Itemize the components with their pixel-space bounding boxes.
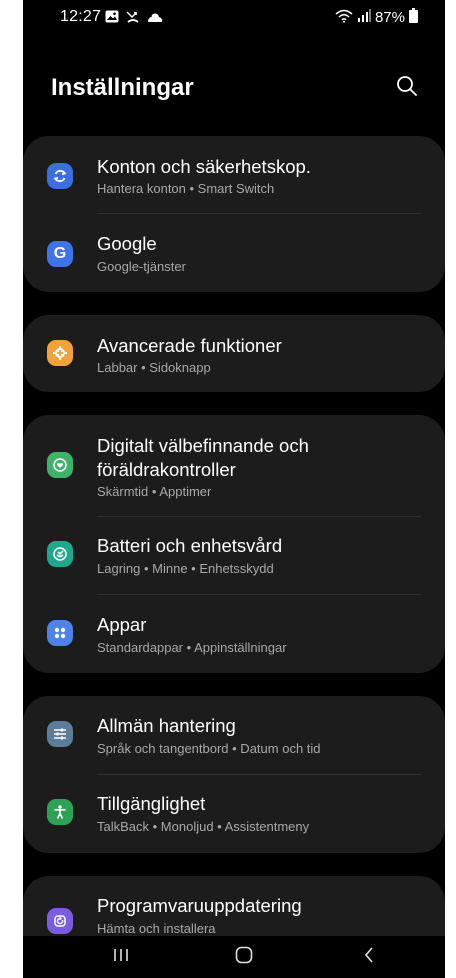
item-subtitle: Standardappar • Appinställningar xyxy=(97,640,287,655)
item-title: Avancerade funktioner xyxy=(97,335,282,356)
back-button[interactable] xyxy=(349,942,389,972)
settings-item-apps[interactable]: Appar Standardappar • Appinställningar xyxy=(23,595,445,673)
home-button[interactable] xyxy=(224,942,264,972)
home-icon xyxy=(235,946,253,969)
battery-percent: 87% xyxy=(374,9,405,26)
cloud-icon xyxy=(147,10,163,28)
item-title: Appar xyxy=(97,614,147,635)
gear-plus-icon xyxy=(47,340,73,366)
item-subtitle: Skärmtid • Apptimer xyxy=(97,484,212,499)
accessibility-icon xyxy=(47,799,73,825)
wellbeing-icon xyxy=(47,452,73,478)
item-title: Allmän hantering xyxy=(97,715,236,736)
missed-call-icon xyxy=(125,9,141,29)
settings-item-digital-wellbeing[interactable]: Digitalt välbefinnande och föräldrakontr… xyxy=(23,415,445,517)
update-icon xyxy=(47,908,73,934)
image-icon xyxy=(105,10,119,28)
notification-icons xyxy=(105,9,163,29)
recents-button[interactable] xyxy=(101,942,141,972)
recents-icon xyxy=(112,947,130,968)
item-subtitle: TalkBack • Monoljud • Assistentmeny xyxy=(97,819,310,834)
sync-icon xyxy=(47,163,73,189)
settings-item-google[interactable]: G Google Google-tjänster xyxy=(23,214,445,292)
item-subtitle: Hantera konton • Smart Switch xyxy=(97,181,275,196)
item-subtitle: Hämta och installera xyxy=(97,921,216,936)
item-title-line2: föräldrakontroller xyxy=(97,459,236,480)
settings-group-accounts: Konton och säkerhetskop. Hantera konton … xyxy=(23,136,445,292)
item-title: Konton och säkerhetskop. xyxy=(97,156,311,177)
phone-screen: 12:27 87% Inställningar Konton och säker… xyxy=(23,0,445,978)
item-title: Tillgänglighet xyxy=(97,793,206,814)
apps-icon xyxy=(47,620,73,646)
item-subtitle: Lagring • Minne • Enhetsskydd xyxy=(97,561,274,576)
google-icon: G xyxy=(47,241,73,267)
search-button[interactable] xyxy=(393,74,421,102)
wifi-icon xyxy=(335,9,353,27)
search-icon xyxy=(396,75,418,102)
item-title: Batteri och enhetsvård xyxy=(97,535,283,556)
settings-item-accounts-backup[interactable]: Konton och säkerhetskop. Hantera konton … xyxy=(23,136,445,214)
status-time: 12:27 xyxy=(60,8,102,25)
settings-item-battery-device-care[interactable]: Batteri och enhetsvård Lagring • Minne •… xyxy=(23,517,445,595)
battery-icon xyxy=(409,8,418,27)
signal-icon xyxy=(357,9,371,26)
item-title: Google xyxy=(97,233,157,254)
item-title: Programvaruuppdatering xyxy=(97,895,302,916)
back-icon xyxy=(363,946,375,969)
item-subtitle: Språk och tangentbord • Datum och tid xyxy=(97,741,321,756)
settings-group-general: Allmän hantering Språk och tangentbord •… xyxy=(23,696,445,853)
item-subtitle: Google-tjänster xyxy=(97,259,186,274)
settings-item-general-management[interactable]: Allmän hantering Språk och tangentbord •… xyxy=(23,696,445,774)
settings-item-advanced-features[interactable]: Avancerade funktioner Labbar • Sidoknapp xyxy=(23,315,445,392)
device-care-icon xyxy=(47,541,73,567)
settings-group-device: Digitalt välbefinnande och föräldrakontr… xyxy=(23,415,445,673)
settings-group-advanced: Avancerade funktioner Labbar • Sidoknapp xyxy=(23,315,445,392)
sliders-icon xyxy=(47,721,73,747)
status-bar: 12:27 87% xyxy=(23,0,445,36)
item-title: Digitalt välbefinnande och xyxy=(97,435,309,456)
item-subtitle: Labbar • Sidoknapp xyxy=(97,360,211,375)
navigation-bar xyxy=(23,936,445,978)
page-title: Inställningar xyxy=(51,74,194,101)
system-icons: 87% xyxy=(335,8,418,27)
settings-item-accessibility[interactable]: Tillgänglighet TalkBack • Monoljud • Ass… xyxy=(23,775,445,853)
